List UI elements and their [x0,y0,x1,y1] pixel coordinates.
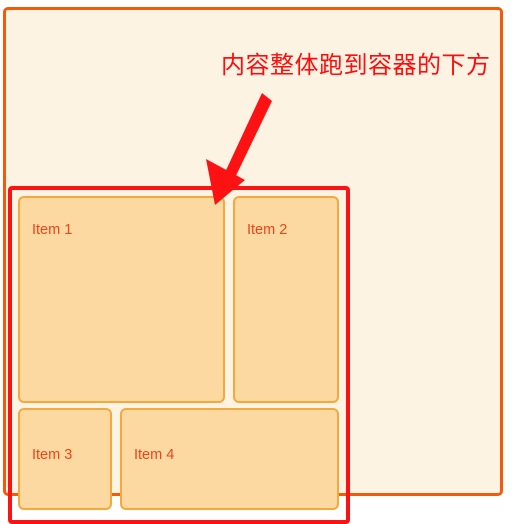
flex-item-4[interactable]: Item 4 [120,408,339,510]
flex-item-2[interactable]: Item 2 [233,196,339,403]
items-row-bottom: Item 3 Item 4 [18,408,342,510]
flex-item-1[interactable]: Item 1 [18,196,225,403]
annotation-label: 内容整体跑到容器的下方 [221,51,491,79]
items-highlight-box: Item 1 Item 2 Item 3 Item 4 [8,186,350,524]
outer-flex-container: Item 1 Item 2 Item 3 Item 4 [3,7,503,524]
items-row-top: Item 1 Item 2 [18,196,342,403]
flex-item-3[interactable]: Item 3 [18,408,112,510]
